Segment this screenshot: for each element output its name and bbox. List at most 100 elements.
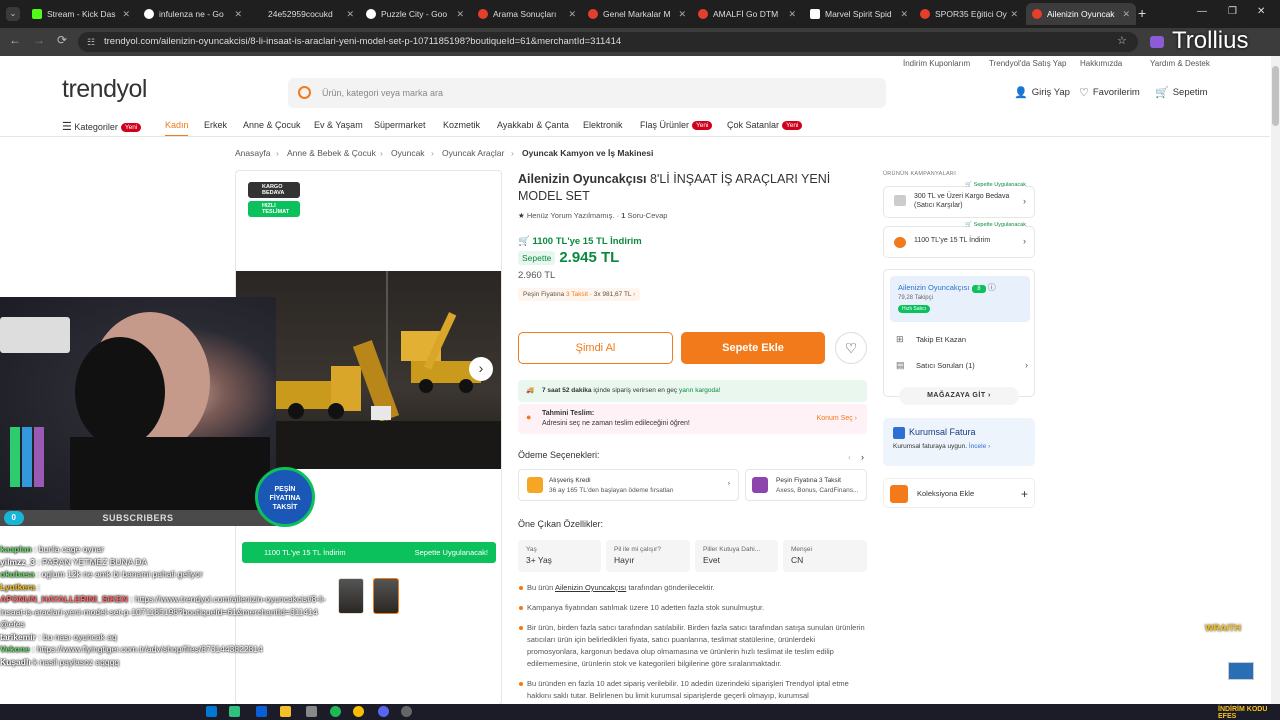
discord-icon[interactable]: [378, 706, 389, 717]
next-image-button[interactable]: ›: [469, 357, 493, 381]
minimize-button[interactable]: —: [1197, 6, 1207, 17]
tab-kick[interactable]: Stream - Kick Das ✕: [26, 3, 136, 25]
category-elektronik[interactable]: Elektronik: [583, 120, 623, 130]
close-icon[interactable]: ✕: [456, 9, 464, 20]
next-icon[interactable]: ›: [861, 452, 864, 462]
category-ayakkabi-canta[interactable]: Ayakkabı & Çanta: [497, 120, 569, 130]
chat-username: okubasa: [0, 569, 35, 579]
breadcrumb-item[interactable]: Oyuncak Araçlar: [442, 148, 504, 158]
payment-card-installment[interactable]: Peşin Fiyatına 3 Taksit Axess, Bonus, Car…: [745, 469, 867, 501]
spotify-icon[interactable]: [330, 706, 341, 717]
breadcrumb-item[interactable]: Oyuncak: [391, 148, 425, 158]
category-kozmetik[interactable]: Kozmetik: [443, 120, 480, 130]
tab-search-button[interactable]: ⌄: [6, 7, 20, 21]
reload-icon[interactable]: ⟳: [57, 33, 67, 47]
close-icon[interactable]: ✕: [788, 9, 796, 20]
window-close-button[interactable]: ✕: [1257, 6, 1265, 17]
payment-card-credit[interactable]: Alışveriş Kredi 36 ay 165 TL'den başlayan…: [518, 469, 739, 501]
category-kadin[interactable]: Kadın: [165, 120, 189, 130]
add-to-cart-button[interactable]: Sepete Ekle: [681, 332, 825, 364]
qa-link[interactable]: Soru-Cevap: [627, 211, 667, 220]
url-bar[interactable]: ☷ trendyol.com/ailenizin-oyuncakcisi/8-l…: [78, 32, 1138, 52]
chrome-icon[interactable]: [353, 706, 364, 717]
add-to-collection-button[interactable]: Koleksiyona Ekle +: [883, 478, 1035, 508]
close-icon[interactable]: ✕: [1010, 9, 1018, 20]
site-icon: [920, 9, 930, 19]
category-cok-satanlar[interactable]: Çok Satanlar Yeni: [727, 120, 803, 130]
inspect-link[interactable]: İncele ›: [969, 443, 990, 450]
rating-row: ★ Henüz Yorum Yazılmamış. · 1 Soru-Cevap: [518, 211, 668, 220]
category-anne-cocuk[interactable]: Anne & Çocuk: [243, 120, 301, 130]
bookmark-star-icon[interactable]: ☆: [1117, 34, 1127, 47]
tab-google-influenza[interactable]: infulenza ne - Go ✕: [138, 3, 248, 25]
close-icon[interactable]: ✕: [568, 9, 576, 20]
all-categories-menu[interactable]: ☰ Kategoriler Yeni: [62, 120, 142, 133]
top-link-coupons[interactable]: İndirim Kuponlarım: [903, 59, 970, 68]
go-to-store-button[interactable]: MAĞAZAYA GİT ›: [899, 387, 1019, 405]
tab-active-product[interactable]: Ailenizin Oyuncak ✕: [1026, 3, 1136, 25]
thumbnail-selected[interactable]: [373, 578, 399, 614]
buy-now-button[interactable]: Şimdi Al: [518, 332, 673, 364]
category-ev-yasam[interactable]: Ev & Yaşam: [314, 120, 363, 130]
new-tab-button[interactable]: +: [1138, 5, 1146, 21]
seller-header[interactable]: Ailenizin Oyuncakçısı 8 ⓘ 79,28 Takipçi H…: [890, 276, 1030, 322]
scrollbar-thumb[interactable]: [1272, 66, 1279, 126]
tab-search-results[interactable]: Arama Sonuçları ✕: [472, 3, 582, 25]
installment-info[interactable]: Peşin Fiyatına 3 Taksit · 3x 981,67 TL ›: [518, 288, 641, 301]
scrollbar[interactable]: [1271, 56, 1280, 704]
trendyol-logo[interactable]: trendyol: [62, 75, 147, 104]
site-icon: [698, 9, 708, 19]
corporate-invoice-card[interactable]: Kurumsal Fatura Kurumsal faturaya uygun.…: [883, 418, 1035, 466]
close-icon[interactable]: ✕: [122, 9, 130, 20]
breadcrumb-current: Oyuncak Kamyon ve İş Makinesi: [522, 148, 654, 158]
top-link-sell[interactable]: Trendyol'da Satış Yap: [989, 59, 1066, 68]
brand-link[interactable]: Ailenizin Oyuncakçısı: [518, 172, 647, 186]
tab-marvel[interactable]: Marvel Spirit Spid ✕: [804, 3, 914, 25]
maximize-button[interactable]: ❐: [1228, 6, 1237, 17]
taskbar-app-icon[interactable]: [256, 706, 267, 717]
site-info-icon[interactable]: ☷: [87, 32, 95, 52]
kick-icon: [32, 9, 42, 19]
favorite-heart-icon[interactable]: ♡: [835, 332, 867, 364]
close-icon[interactable]: ✕: [234, 9, 242, 20]
cart-link[interactable]: 🛒 Sepetim: [1155, 86, 1208, 99]
search-input[interactable]: Ürün, kategori veya marka ara: [288, 78, 886, 108]
top-link-about[interactable]: Hakkımızda: [1080, 59, 1122, 68]
tab-spor35[interactable]: SPOR35 Eğitici Oy ✕: [914, 3, 1024, 25]
tab-image[interactable]: 24e52959cocukd ✕: [250, 3, 360, 25]
category-flas-urunler[interactable]: Flaş Ürünler Yeni: [640, 120, 713, 130]
select-location-link[interactable]: Konum Seç ›: [817, 414, 857, 424]
forward-icon[interactable]: →: [33, 33, 45, 47]
thumbnail[interactable]: [338, 578, 364, 614]
category-supermarket[interactable]: Süpermarket: [374, 120, 426, 130]
seller-questions-link[interactable]: Satıcı Soruları (1): [916, 361, 975, 370]
taskbar-app-icon[interactable]: [229, 706, 240, 717]
prev-icon[interactable]: ‹: [848, 452, 851, 462]
tab-brands[interactable]: Genel Markalar M ✕: [582, 3, 692, 25]
taskbar-app-icon[interactable]: [306, 706, 317, 717]
favorites-link[interactable]: ♡ Favorilerim: [1079, 86, 1140, 99]
taskbar-app-icon[interactable]: [280, 706, 291, 717]
close-icon[interactable]: ✕: [1122, 9, 1130, 20]
tag-icon: [894, 237, 906, 248]
tab-google-puzzle[interactable]: Puzzle City - Goo ✕: [360, 3, 470, 25]
login-link[interactable]: 👤 Giriş Yap: [1014, 86, 1070, 99]
back-icon[interactable]: ←: [9, 33, 21, 47]
category-erkek[interactable]: Erkek: [204, 120, 227, 130]
taskbar-app-icon[interactable]: [401, 706, 412, 717]
follow-link[interactable]: Takip Et Kazan: [916, 335, 966, 344]
close-icon[interactable]: ✕: [678, 9, 686, 20]
campaign-discount[interactable]: 🛒 Sepette Uygulanacak 1100 TL'ye 15 TL İ…: [883, 221, 1035, 258]
chat-message: Vekone : https://www.flyingtiger.com.tr/…: [0, 643, 340, 656]
breadcrumb-item[interactable]: Anne & Bebek & Çocuk: [287, 148, 376, 158]
chat-text: : https://www.flyingtiger.com.tr/adv/sho…: [29, 644, 263, 654]
profile-icon[interactable]: [1150, 36, 1164, 48]
top-link-help[interactable]: Yardım & Destek: [1150, 59, 1210, 68]
campaign-cargo[interactable]: 🛒 Sepette Uygulanacak 300 TL ve Üzeri Ka…: [883, 181, 1035, 218]
close-icon[interactable]: ✕: [346, 9, 354, 20]
taskbar-app-icon[interactable]: [206, 706, 217, 717]
close-icon[interactable]: ✕: [900, 9, 908, 20]
info-icon[interactable]: ⓘ: [988, 283, 996, 292]
tab-amalfi[interactable]: AMALFİ Go DTM ✕: [692, 3, 802, 25]
breadcrumb-item[interactable]: Anasayfa: [235, 148, 270, 158]
